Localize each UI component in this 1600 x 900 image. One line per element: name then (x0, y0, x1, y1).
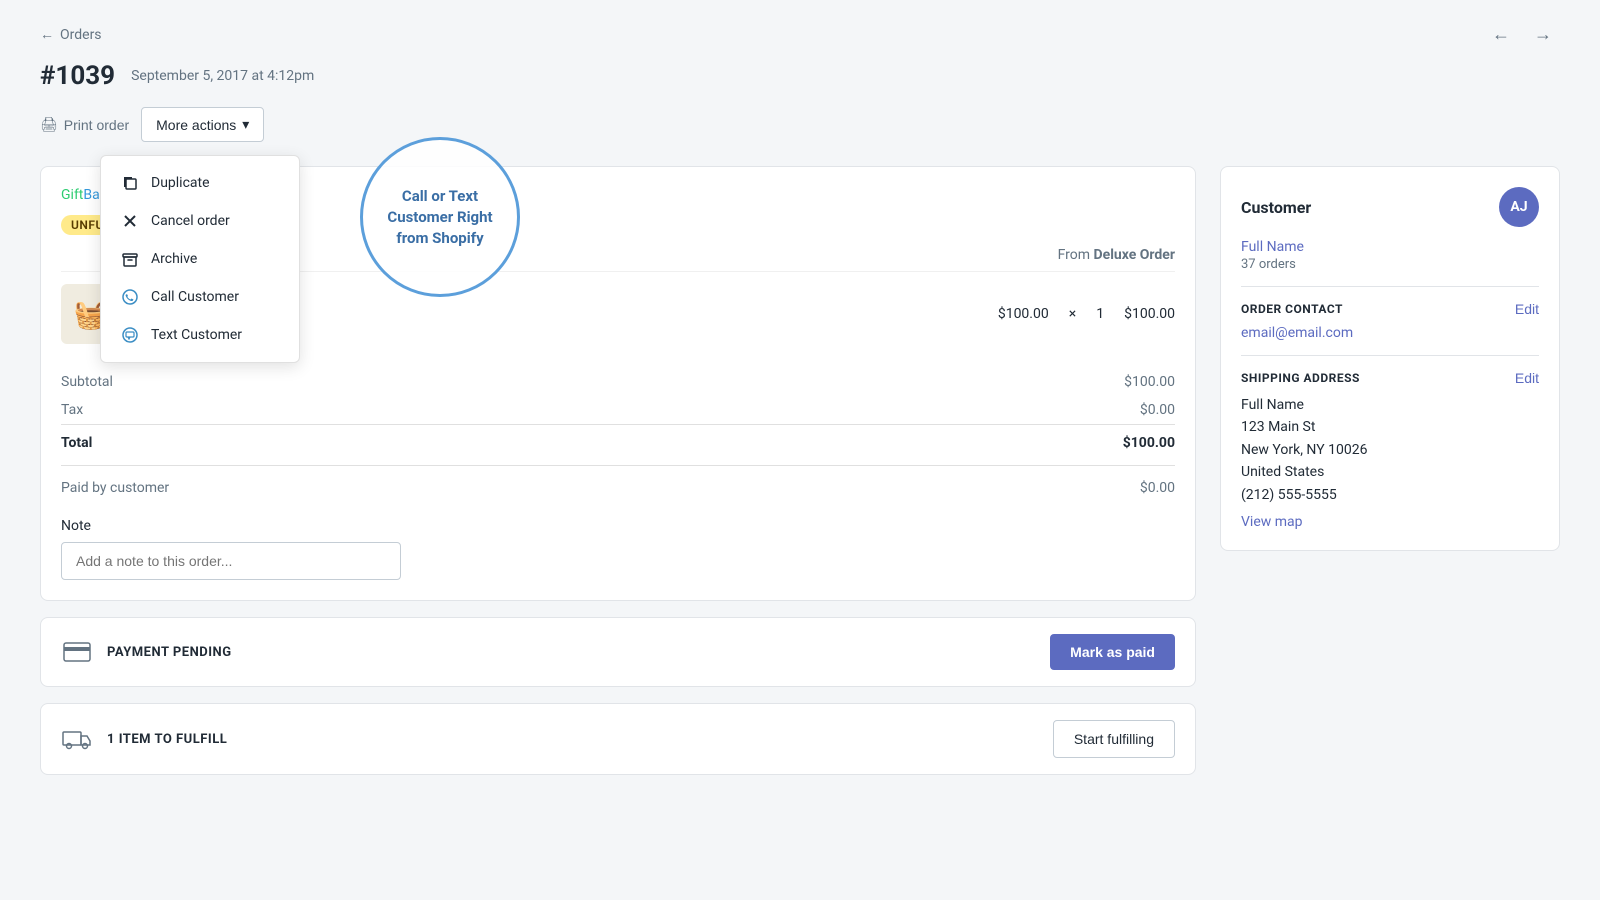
fulfill-card: 1 ITEM TO FULFILL Start fulfilling (40, 703, 1196, 775)
tax-value: $0.00 (1140, 402, 1175, 418)
address-line-1: Full Name (1241, 394, 1539, 416)
order-date: September 5, 2017 at 4:12pm (131, 68, 314, 84)
cancel-order-label: Cancel order (151, 213, 230, 229)
avatar: AJ (1499, 187, 1539, 227)
payment-icon (61, 636, 93, 668)
order-contact-edit-button[interactable]: Edit (1515, 301, 1539, 317)
shipping-address-edit-button[interactable]: Edit (1515, 370, 1539, 386)
times-symbol: × (1069, 306, 1076, 322)
view-map-link[interactable]: View map (1241, 514, 1303, 530)
total-row: Total $100.00 (61, 424, 1175, 457)
note-section: Note (61, 518, 1175, 580)
customer-name[interactable]: Full Name (1241, 239, 1539, 255)
address-line-2: 123 Main St (1241, 416, 1539, 438)
call-customer-icon (121, 288, 139, 306)
archive-icon (121, 250, 139, 268)
customer-card: Customer AJ Full Name 37 orders ORDER CO… (1220, 166, 1560, 551)
address-line-5: (212) 555-5555 (1241, 484, 1539, 506)
dropdown-item-cancel-order[interactable]: Cancel order (101, 202, 299, 240)
dropdown-item-duplicate[interactable]: Duplicate (101, 164, 299, 202)
total-value: $100.00 (1123, 435, 1175, 451)
back-label: Orders (60, 27, 102, 43)
paid-label: Paid by customer (61, 480, 169, 496)
tax-row: Tax $0.00 (61, 396, 1175, 424)
customer-info: Full Name 37 orders (1241, 239, 1539, 272)
customer-orders: 37 orders (1241, 257, 1539, 272)
subtotal-row: Subtotal $100.00 (61, 368, 1175, 396)
annotation-circle: Call or Text Customer Right from Shopify (360, 137, 520, 297)
duplicate-label: Duplicate (151, 175, 210, 191)
from-label: From (1058, 247, 1090, 263)
totals-section: Subtotal $100.00 Tax $0.00 Total $100.00… (61, 368, 1175, 502)
mark-as-paid-button[interactable]: Mark as paid (1050, 634, 1175, 670)
contact-email[interactable]: email@email.com (1241, 325, 1539, 341)
customer-card-header: Customer AJ (1241, 187, 1539, 227)
print-order-button[interactable]: 🖨 Print order (40, 116, 129, 133)
order-header: #1039 September 5, 2017 at 4:12pm (40, 61, 1560, 91)
dropdown-caret-icon: ▾ (242, 116, 249, 133)
back-arrow-icon: ← (40, 26, 54, 43)
dropdown-item-archive[interactable]: Archive (101, 240, 299, 278)
paid-row: Paid by customer $0.00 (61, 474, 1175, 502)
fulfill-card-left: 1 ITEM TO FULFILL (61, 723, 227, 755)
start-fulfilling-button[interactable]: Start fulfilling (1053, 720, 1175, 758)
brand-gift: Gift (61, 187, 83, 203)
line-quantity: 1 (1096, 306, 1104, 322)
order-contact-label: ORDER CONTACT (1241, 302, 1343, 316)
note-label: Note (61, 518, 1175, 534)
customer-title: Customer (1241, 198, 1311, 217)
subtotal-value: $100.00 (1124, 374, 1175, 390)
paid-value: $0.00 (1140, 480, 1175, 496)
address-line-4: United States (1241, 461, 1539, 483)
dropdown-item-text-customer[interactable]: Text Customer (101, 316, 299, 354)
tax-label: Tax (61, 402, 83, 418)
from-value: Deluxe Order (1094, 247, 1175, 263)
total-label: Total (61, 435, 92, 451)
truck-icon (61, 723, 93, 755)
line-price: $100.00 (998, 306, 1049, 322)
cancel-order-icon (121, 212, 139, 230)
call-customer-label: Call Customer (151, 289, 239, 305)
order-number: #1039 (40, 61, 115, 91)
next-order-button[interactable]: → (1526, 20, 1560, 49)
order-line-details: $100.00 × 1 $100.00 (998, 306, 1175, 322)
back-to-orders[interactable]: ← Orders (40, 26, 102, 43)
print-label: Print order (64, 117, 129, 133)
more-actions-button[interactable]: More actions ▾ (141, 107, 264, 142)
payment-card: PAYMENT PENDING Mark as paid (40, 617, 1196, 687)
totals-divider (61, 465, 1175, 466)
more-actions-dropdown: Duplicate Cancel order (100, 155, 300, 363)
prev-order-button[interactable]: ← (1484, 20, 1518, 49)
order-toolbar: 🖨 Print order More actions ▾ Duplicate (40, 107, 1560, 142)
text-customer-label: Text Customer (151, 327, 242, 343)
print-icon: 🖨 (40, 116, 58, 133)
right-column: Customer AJ Full Name 37 orders ORDER CO… (1220, 166, 1560, 775)
dropdown-item-call-customer[interactable]: Call Customer (101, 278, 299, 316)
subtotal-label: Subtotal (61, 374, 113, 390)
duplicate-icon (121, 174, 139, 192)
fulfill-status: 1 ITEM TO FULFILL (107, 732, 227, 747)
section-divider-2 (1241, 355, 1539, 356)
annotation-text: Call or Text Customer Right from Shopify (363, 174, 517, 261)
line-total: $100.00 (1124, 306, 1175, 322)
section-divider-1 (1241, 286, 1539, 287)
payment-card-left: PAYMENT PENDING (61, 636, 232, 668)
more-actions-label: More actions (156, 117, 236, 133)
payment-status: PAYMENT PENDING (107, 645, 232, 660)
shipping-address-header: SHIPPING ADDRESS Edit (1241, 370, 1539, 386)
order-navigation: ← → (1484, 20, 1560, 49)
archive-label: Archive (151, 251, 197, 267)
address-line-3: New York, NY 10026 (1241, 439, 1539, 461)
text-customer-icon (121, 326, 139, 344)
shipping-address-label: SHIPPING ADDRESS (1241, 371, 1360, 385)
note-input[interactable] (61, 542, 401, 580)
order-contact-header: ORDER CONTACT Edit (1241, 301, 1539, 317)
shipping-address: Full Name 123 Main St New York, NY 10026… (1241, 394, 1539, 506)
